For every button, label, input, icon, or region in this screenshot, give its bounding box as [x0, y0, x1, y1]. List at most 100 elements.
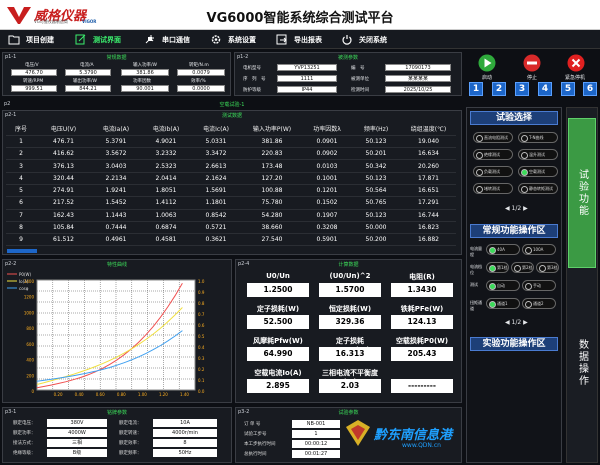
- table-row[interactable]: 7 162.43 1.1443 1.0063 0.8542 54.280 0.1907 50.…: [6, 209, 456, 222]
- test-option[interactable]: 空载测试: [518, 166, 558, 177]
- table-row[interactable]: 8 105.84 0.7444 0.6874 0.5721 38.660 0.3208 50.…: [6, 221, 456, 235]
- test-option[interactable]: 温升测试: [518, 149, 558, 160]
- value-rated-frequency: 50Hz: [153, 449, 217, 457]
- value-voltage: 476.70: [11, 69, 57, 76]
- table-cell: 16.823: [401, 221, 456, 235]
- table-cell: 2.0414: [141, 172, 191, 185]
- value-motor-model: YVP13251: [277, 64, 337, 71]
- preset-button-3[interactable]: 3: [515, 82, 529, 96]
- folder-icon: [8, 35, 20, 45]
- preset-button-5[interactable]: 5: [561, 82, 575, 96]
- menu-system-settings[interactable]: 系统设置: [210, 33, 256, 46]
- ops-option[interactable]: 40A: [486, 244, 520, 255]
- x-tick: 0.60: [96, 392, 105, 397]
- calc-label: U0/Un: [266, 272, 290, 280]
- table-cell: 3.0403: [91, 159, 141, 173]
- x-tick: 0.80: [117, 392, 126, 397]
- table-cell: 3.5672: [91, 147, 141, 161]
- table-cell: 2.5323: [141, 159, 191, 173]
- table-cell: 3.2332: [141, 147, 191, 161]
- calc-value: ---------: [391, 379, 453, 393]
- table-cell: 7: [6, 209, 36, 222]
- ops-option[interactable]: 第2档: [511, 262, 534, 273]
- menu-export-report[interactable]: 导出报表: [276, 33, 322, 46]
- label-insulation: 绝缘等级：: [13, 451, 36, 456]
- x-tick: 1.00: [138, 392, 147, 397]
- calc-label: 定子损耗(W): [256, 305, 300, 313]
- tab-data-ops[interactable]: 数据操作: [568, 318, 596, 408]
- table-scrollbar[interactable]: [7, 249, 37, 253]
- table-cell: 162.43: [36, 209, 91, 222]
- preset-button-4[interactable]: 4: [538, 82, 552, 96]
- test-option[interactable]: 绝缘测试: [473, 149, 513, 160]
- ops-option[interactable]: 手动: [522, 280, 556, 291]
- y-tick-right: 0.2: [198, 367, 205, 372]
- table-row[interactable]: 5 274.91 1.9241 1.8051 1.5691 100.88 0.1201 50.…: [6, 184, 456, 198]
- table-cell: 3.3472: [191, 147, 241, 161]
- preset-button-2[interactable]: 2: [492, 82, 506, 96]
- panel-regular-data: p1-1 常规数据 电压/V 电流/A 输入功率/W 转矩/N.m 476.70…: [2, 52, 231, 96]
- section-general-ops: 常规功能操作区: [470, 224, 558, 238]
- label-order-no: 订 单 号: [244, 422, 261, 427]
- section-test-select: 试验选择: [470, 111, 558, 125]
- table-cell: 3: [6, 159, 36, 173]
- estop-button[interactable]: [567, 54, 585, 72]
- panel-characteristic-curve: p2-2 特性曲线 P0(W) Io(A) cosφ 1400 1200 1000 800 6…: [2, 259, 232, 403]
- watermark: 黔东南信息港 www.QDN.cn: [344, 418, 454, 462]
- table-row[interactable]: 9 61.512 0.4961 0.4581 0.3621 27.540 0.5901 50.…: [6, 233, 456, 247]
- legend-label: P0(W): [19, 272, 31, 277]
- pager-next-icon[interactable]: ▶: [521, 319, 528, 326]
- value-rated-speed: 4000r/min: [153, 429, 217, 437]
- tab-test-functions[interactable]: 试验功能: [568, 118, 596, 268]
- calc-value: 205.43: [391, 347, 453, 361]
- table-row[interactable]: 4 320.44 2.2134 2.0414 2.1624 127.20 0.1001 50.…: [6, 172, 456, 185]
- value-output-power: 844.21: [65, 85, 111, 92]
- test-option[interactable]: 堵转测试: [473, 183, 513, 194]
- table-row[interactable]: 1 476.71 5.3791 4.9021 5.0331 381.86 0.0901 50.…: [6, 135, 456, 149]
- menu-serial-comm[interactable]: 串口通信: [144, 33, 190, 46]
- menu-test-screen[interactable]: 测试界面: [75, 33, 121, 46]
- test-option[interactable]: T-N曲线: [518, 132, 558, 143]
- table-cell: 9: [6, 233, 36, 247]
- ops-option[interactable]: 第1档: [486, 262, 509, 273]
- table-cell: 16.634: [401, 147, 456, 161]
- ops-option[interactable]: 第3档: [536, 262, 559, 273]
- ops-option[interactable]: 100A: [522, 244, 556, 255]
- table-cell: 127.20: [241, 172, 303, 185]
- preset-button-1[interactable]: 1: [469, 82, 483, 96]
- calc-label: 电阻(R): [409, 273, 435, 281]
- ops-row-label: 扭矩通道: [470, 300, 482, 311]
- table-row[interactable]: 6 217.52 1.5452 1.4112 1.1801 75.780 0.1502 50.…: [6, 196, 456, 210]
- preset-button-6[interactable]: 6: [583, 82, 597, 96]
- table-row[interactable]: 2 416.62 3.5672 3.2332 3.3472 220.83 0.0902 50.…: [6, 147, 456, 161]
- pager-next-icon[interactable]: ▶: [521, 205, 528, 212]
- test-select-pager: ◀ 1/2 ▶: [505, 205, 528, 212]
- table-row[interactable]: 3 376.13 3.0403 2.5323 2.6613 173.48 0.0103 50.…: [6, 159, 456, 173]
- col-header: 功率因数λ: [303, 123, 351, 136]
- legend-label: cosφ: [19, 286, 29, 291]
- menu-close-system[interactable]: 关闭系统: [341, 33, 387, 46]
- value-tested-unit: 某某某某: [385, 75, 451, 82]
- table-cell: 19.040: [401, 135, 456, 149]
- ops-row-label: 电流量程: [470, 246, 482, 257]
- table-cell: 54.280: [241, 209, 303, 222]
- ops-option[interactable]: 自动: [486, 280, 520, 291]
- start-button[interactable]: [478, 54, 496, 72]
- start-label: 启动: [482, 75, 493, 81]
- power-icon: [342, 35, 352, 45]
- test-option[interactable]: 负载测试: [473, 166, 513, 177]
- ops-option[interactable]: 通道1: [486, 298, 520, 309]
- test-option[interactable]: 直流电阻测试: [473, 132, 513, 143]
- panel-title: 特性曲线: [106, 262, 127, 268]
- ops-option[interactable]: 通道2: [522, 298, 556, 309]
- table-cell: 38.660: [241, 221, 303, 235]
- table-cell: 17.291: [401, 196, 456, 210]
- table-cell: 4.9021: [141, 135, 191, 149]
- label-rated-current: 额定电流：: [119, 421, 142, 426]
- test-option[interactable]: 静态转矩测试: [518, 183, 558, 194]
- table-cell: 50.123: [351, 172, 401, 185]
- table-cell: 0.5721: [191, 221, 241, 235]
- menu-project-create[interactable]: 项目创建: [8, 33, 54, 46]
- stop-button[interactable]: [523, 54, 541, 72]
- y-tick-right: 0.1: [198, 378, 205, 383]
